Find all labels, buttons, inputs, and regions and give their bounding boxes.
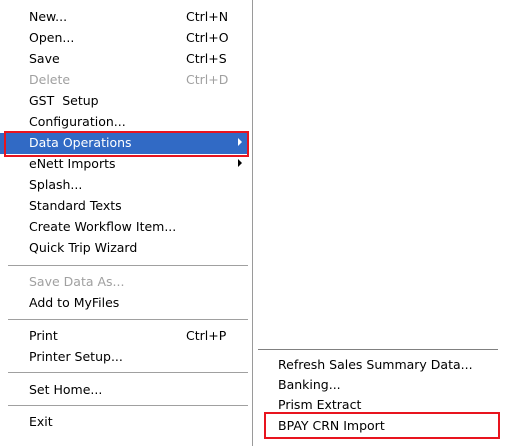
menu-item-label: Configuration... [29, 114, 126, 129]
submenu-item-banking[interactable]: Banking... [258, 375, 498, 395]
menu-item-label: Open... [29, 30, 75, 45]
menu-item-label: Create Workflow Item... [29, 219, 177, 234]
menu-separator [8, 265, 248, 266]
menu-item-label: eNett Imports [29, 156, 116, 171]
callout-box-bpay-crn-import [264, 412, 500, 439]
menu-item-save-data-as: Save Data As... [0, 272, 249, 293]
menu-item-add-to-myfiles[interactable]: Add to MyFiles [0, 293, 249, 314]
menu-item-delete: Delete Ctrl+D [0, 70, 249, 91]
menu-item-shortcut: Ctrl+N [186, 9, 229, 24]
menu-item-shortcut: Ctrl+D [186, 72, 229, 87]
menu-item-label: Printer Setup... [29, 349, 123, 364]
menu-item-label: Banking... [278, 377, 341, 392]
menu-item-label: Add to MyFiles [29, 295, 120, 310]
file-menu: New... Ctrl+N Open... Ctrl+O Save Ctrl+S… [0, 0, 253, 446]
menu-item-open[interactable]: Open... Ctrl+O [0, 28, 249, 49]
menu-item-shortcut: Ctrl+P [186, 328, 227, 343]
menu-item-print[interactable]: Print Ctrl+P [0, 326, 249, 347]
menu-item-splash[interactable]: Splash... [0, 175, 249, 196]
menu-item-set-home[interactable]: Set Home... [0, 380, 249, 401]
menu-item-configuration[interactable]: Configuration... [0, 112, 249, 133]
submenu-arrow-icon [238, 159, 242, 167]
menu-item-enett-imports[interactable]: eNett Imports [0, 154, 249, 175]
menu-item-label: Save Data As... [29, 274, 125, 289]
menu-item-label: Save [29, 51, 60, 66]
menu-item-label: Set Home... [29, 382, 103, 397]
menu-item-standard-texts[interactable]: Standard Texts [0, 196, 249, 217]
menu-item-label: Delete [29, 72, 71, 87]
menu-item-new[interactable]: New... Ctrl+N [0, 7, 249, 28]
menu-separator [8, 372, 248, 373]
menu-item-label: New... [29, 9, 68, 24]
menu-item-shortcut: Ctrl+O [186, 30, 229, 45]
menu-separator [8, 405, 248, 406]
menu-item-label: Exit [29, 414, 53, 429]
menu-item-label: Splash... [29, 177, 83, 192]
menu-item-label: Quick Trip Wizard [29, 240, 138, 255]
menu-item-shortcut: Ctrl+S [186, 51, 227, 66]
menu-item-quick-trip-wizard[interactable]: Quick Trip Wizard [0, 238, 249, 259]
menu-item-printer-setup[interactable]: Printer Setup... [0, 347, 249, 368]
menu-item-save[interactable]: Save Ctrl+S [0, 49, 249, 70]
menu-item-exit[interactable]: Exit [0, 412, 249, 433]
menu-item-gst-setup[interactable]: GST Setup [0, 91, 249, 112]
callout-box-data-operations [4, 131, 249, 157]
menu-item-label: Print [29, 328, 58, 343]
menu-item-create-workflow-item[interactable]: Create Workflow Item... [0, 217, 249, 238]
menu-item-label: Prism Extract [278, 397, 362, 412]
submenu-item-refresh-sales-summary[interactable]: Refresh Sales Summary Data... [258, 355, 498, 375]
menu-separator [8, 319, 248, 320]
menu-item-label: Standard Texts [29, 198, 122, 213]
menu-item-label: Refresh Sales Summary Data... [278, 357, 473, 372]
menu-item-label: GST Setup [29, 93, 99, 108]
